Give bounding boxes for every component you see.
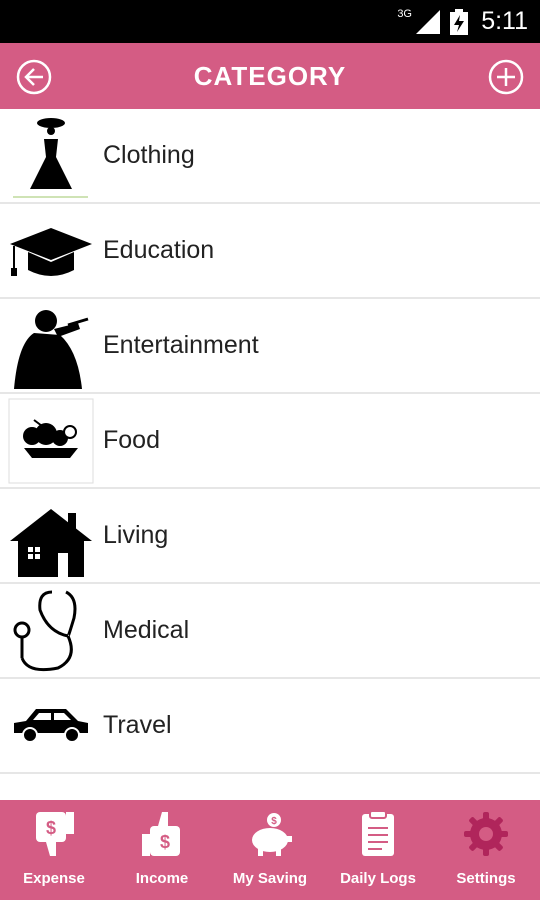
- fruit-plate-icon: [8, 398, 94, 484]
- category-item-travel[interactable]: Travel: [0, 679, 540, 774]
- nav-label: My Saving: [232, 870, 308, 887]
- page-title: CATEGORY: [193, 61, 347, 91]
- stethoscope-icon: [13, 590, 77, 672]
- signal-icon: [416, 10, 440, 34]
- singer-icon: [14, 310, 89, 389]
- nav-label: Expense: [23, 870, 85, 887]
- nav-daily-logs[interactable]: Daily Logs: [324, 800, 432, 900]
- nav-income[interactable]: $ Income: [108, 800, 216, 900]
- category-label: Travel: [103, 711, 172, 739]
- nav-expense[interactable]: $ Expense: [0, 800, 108, 900]
- dress-icon: [13, 118, 88, 198]
- thumbs-down-dollar-icon: $: [36, 812, 74, 856]
- network-type: 3G: [397, 8, 412, 20]
- category-label: Living: [103, 521, 169, 549]
- car-icon: [14, 709, 88, 743]
- gear-icon: [464, 812, 508, 856]
- category-label: Clothing: [103, 141, 195, 169]
- svg-text:$: $: [46, 818, 56, 838]
- svg-text:$: $: [271, 816, 277, 827]
- clipboard-icon: [362, 810, 394, 856]
- category-label: Medical: [103, 616, 190, 644]
- nav-label: Daily Logs: [340, 870, 416, 887]
- category-label: Entertainment: [103, 331, 259, 359]
- nav-label: Settings: [456, 870, 516, 887]
- thumbs-up-dollar-icon: $: [142, 812, 180, 856]
- piggy-bank-icon: $: [252, 813, 292, 856]
- nav-my-saving[interactable]: $ My Saving: [216, 800, 324, 900]
- category-label: Food: [103, 426, 160, 454]
- bottom-nav: $ Expense $ Income $ My Saving Daily Log…: [0, 800, 540, 900]
- category-item-food[interactable]: Food: [0, 394, 540, 489]
- category-item-entertainment[interactable]: Entertainment: [0, 299, 540, 394]
- graduation-cap-icon: [10, 228, 92, 276]
- category-item-clothing[interactable]: Clothing: [0, 109, 540, 204]
- clock: 5:11: [481, 7, 528, 35]
- nav-label: Income: [135, 870, 189, 887]
- category-list: Clothing Education Entertainment Food Li…: [0, 109, 540, 774]
- app-bar: CATEGORY: [0, 43, 540, 109]
- battery-icon: [450, 9, 468, 35]
- nav-settings[interactable]: Settings: [432, 800, 540, 900]
- category-item-living[interactable]: Living: [0, 489, 540, 584]
- category-label: Education: [103, 236, 215, 264]
- category-item-education[interactable]: Education: [0, 204, 540, 299]
- house-icon: [10, 509, 92, 577]
- category-item-medical[interactable]: Medical: [0, 584, 540, 679]
- svg-text:$: $: [160, 832, 170, 852]
- plus-icon[interactable]: [488, 59, 524, 95]
- status-bar: 3G 5:11: [0, 0, 540, 43]
